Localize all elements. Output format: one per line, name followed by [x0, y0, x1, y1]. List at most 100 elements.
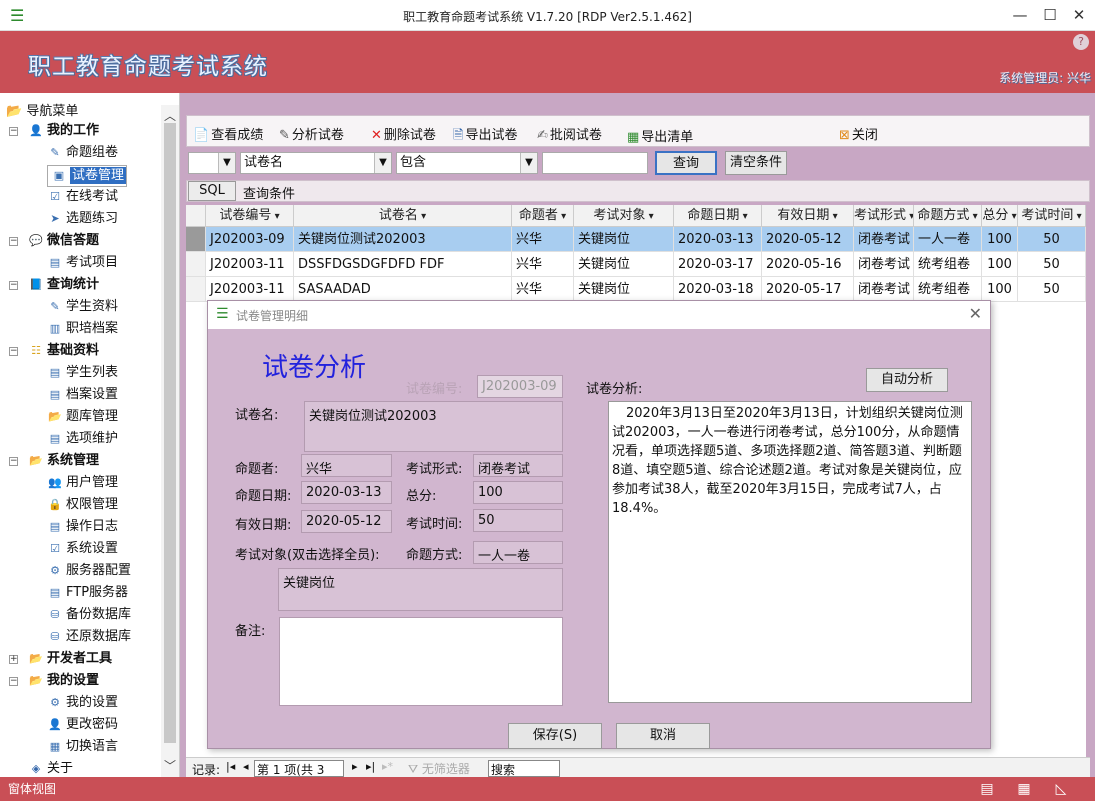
table-cell[interactable]: 2020-05-17 — [762, 277, 854, 302]
table-cell[interactable]: J202003-11 — [206, 277, 294, 302]
tree-expander[interactable]: − — [9, 281, 18, 290]
sort-dropdown-icon[interactable]: ▾ — [418, 211, 426, 222]
table-cell[interactable]: 2020-05-12 — [762, 227, 854, 252]
column-header[interactable]: 考试形式 ▾ — [854, 205, 914, 227]
sort-dropdown-icon[interactable]: ▾ — [969, 211, 978, 222]
sidebar-group[interactable]: 📘 查询统计 — [28, 275, 99, 295]
table-cell[interactable]: J202003-11 — [206, 252, 294, 277]
table-cell[interactable]: 一人一卷 — [914, 227, 982, 252]
clear-conditions-button[interactable]: 清空条件 — [725, 151, 787, 175]
sidebar-item[interactable]: ▤ 考试项目 — [47, 253, 118, 273]
column-header[interactable]: 试卷编号 ▾ — [206, 205, 294, 227]
table-cell[interactable]: 2020-05-16 — [762, 252, 854, 277]
sort-dropdown-icon[interactable]: ▾ — [739, 211, 748, 222]
form-view-icon[interactable]: ▤ — [969, 777, 1005, 801]
sidebar-item[interactable]: ▤ 档案设置 — [47, 385, 118, 405]
sidebar-item[interactable]: ⛁ 备份数据库 — [47, 605, 131, 625]
record-position[interactable]: 第 1 项(共 3 项) — [254, 760, 344, 794]
tree-expander[interactable]: − — [9, 347, 18, 356]
column-header[interactable]: 命题日期 ▾ — [674, 205, 762, 227]
sort-dropdown-icon[interactable]: ▾ — [906, 211, 913, 222]
table-cell[interactable]: 关键岗位 — [574, 277, 674, 302]
total-score-field[interactable]: 100 — [473, 481, 563, 504]
sidebar-item[interactable]: ▤ 选项维护 — [47, 429, 118, 449]
logic-select[interactable]: ▼ — [188, 152, 236, 174]
table-cell[interactable]: 统考组卷 — [914, 252, 982, 277]
table-cell[interactable]: 关键岗位 — [574, 227, 674, 252]
table-cell[interactable]: 2020-03-13 — [674, 227, 762, 252]
save-button[interactable]: 保存(S) — [508, 723, 602, 749]
sidebar-group[interactable]: 💬 微信答题 — [28, 231, 99, 251]
exam-time-field[interactable]: 50 — [473, 509, 563, 532]
sidebar-item[interactable]: ➤ 选题练习 — [47, 209, 118, 229]
export-button[interactable]: 🗎 导出试卷 — [453, 124, 517, 148]
tree-expander[interactable]: + — [9, 655, 18, 664]
column-header[interactable]: 命题者 ▾ — [512, 205, 574, 227]
sidebar-group[interactable]: 📂 开发者工具 — [28, 649, 112, 669]
table-cell[interactable]: 关键岗位 — [574, 252, 674, 277]
tree-expander[interactable]: − — [9, 457, 18, 466]
close-button[interactable]: ⊠ 关闭 — [839, 124, 878, 143]
scroll-thumb[interactable] — [164, 123, 176, 743]
column-header[interactable]: 总分 ▾ — [982, 205, 1018, 227]
tree-expander[interactable]: − — [9, 127, 18, 136]
datasheet-view-icon[interactable]: ▦ — [1006, 777, 1042, 801]
operator-select[interactable]: 包含 ▼ — [396, 152, 538, 174]
sort-dropdown-icon[interactable]: ▾ — [645, 211, 654, 222]
column-header[interactable]: 有效日期 ▾ — [762, 205, 854, 227]
sort-dropdown-icon[interactable]: ▾ — [558, 211, 566, 222]
sidebar-item[interactable]: ✎ 命题组卷 — [47, 143, 118, 163]
next-record-icon[interactable]: ▸ — [352, 760, 358, 773]
table-cell[interactable]: 50 — [1018, 252, 1086, 277]
scroll-up-icon[interactable]: ︿ — [164, 107, 176, 124]
table-cell[interactable]: 100 — [982, 252, 1018, 277]
review-button[interactable]: ✍ 批阅试卷 — [537, 124, 602, 143]
table-cell[interactable]: 兴华 — [512, 252, 574, 277]
delete-button[interactable]: ✕ 删除试卷 — [371, 124, 436, 143]
sidebar-scrollbar[interactable]: ︿ ﹀ — [161, 105, 179, 777]
row-indicator[interactable] — [186, 277, 206, 302]
filter-indicator[interactable]: ⛛ 无筛选器 — [408, 760, 470, 777]
sidebar-item[interactable]: ▤ 学生列表 — [47, 363, 118, 383]
sidebar-item[interactable]: 👤 更改密码 — [47, 715, 118, 735]
create-date-field[interactable]: 2020-03-13 — [301, 481, 392, 504]
query-button[interactable]: 查询 — [655, 151, 717, 175]
column-header[interactable]: 试卷名 ▾ — [294, 205, 512, 227]
table-cell[interactable]: 闭卷考试 — [854, 252, 914, 277]
table-cell[interactable]: 闭卷考试 — [854, 277, 914, 302]
table-cell[interactable]: 关键岗位测试202003 — [294, 227, 512, 252]
sidebar-group[interactable]: 📂 我的设置 — [28, 671, 99, 691]
sidebar-item[interactable]: 📂 题库管理 — [47, 407, 118, 427]
sidebar-item[interactable]: ⚙ 服务器配置 — [47, 561, 131, 581]
sidebar-group[interactable]: ◈ 关于 — [28, 759, 73, 779]
table-cell[interactable]: 2020-03-18 — [674, 277, 762, 302]
table-cell[interactable]: 统考组卷 — [914, 277, 982, 302]
sort-dropdown-icon[interactable]: ▾ — [829, 211, 838, 222]
maximize-icon[interactable]: ☐ — [1036, 4, 1064, 26]
chevron-down-icon[interactable]: ▼ — [520, 153, 537, 173]
column-header[interactable]: 考试时间 ▾ — [1018, 205, 1086, 227]
exam-form-field[interactable]: 闭卷考试 — [473, 454, 563, 477]
view-score-button[interactable]: 📄 查看成绩 — [193, 124, 263, 143]
table-cell[interactable]: 50 — [1018, 277, 1086, 302]
tree-expander[interactable]: − — [9, 677, 18, 686]
sidebar-item[interactable]: ▣ 试卷管理 — [47, 165, 128, 187]
filter-value-input[interactable] — [542, 152, 648, 174]
search-input[interactable]: 搜索 — [488, 760, 560, 777]
row-indicator[interactable] — [186, 227, 206, 252]
sort-dropdown-icon[interactable]: ▾ — [1008, 211, 1017, 222]
author-field[interactable]: 兴华 — [301, 454, 392, 477]
sidebar-item[interactable]: ⚙ 我的设置 — [47, 693, 118, 713]
sidebar-group[interactable]: ☷ 基础资料 — [28, 341, 99, 361]
row-indicator[interactable] — [186, 252, 206, 277]
sidebar-item[interactable]: ▤ 操作日志 — [47, 517, 118, 537]
sort-dropdown-icon[interactable]: ▾ — [1073, 211, 1082, 222]
table-cell[interactable]: DSSFDGSDGFDFD FDF — [294, 252, 512, 277]
table-cell[interactable]: 兴华 — [512, 277, 574, 302]
paper-name-field[interactable]: 关键岗位测试202003 — [304, 401, 563, 452]
sidebar-item[interactable]: ⛁ 还原数据库 — [47, 627, 131, 647]
close-icon[interactable]: ✕ — [1065, 4, 1093, 26]
cancel-button[interactable]: 取消 — [616, 723, 710, 749]
dialog-close-icon[interactable]: ✕ — [969, 304, 982, 323]
analysis-text[interactable]: 2020年3月13日至2020年3月13日，计划组织关键岗位测试202003，一… — [608, 401, 972, 703]
